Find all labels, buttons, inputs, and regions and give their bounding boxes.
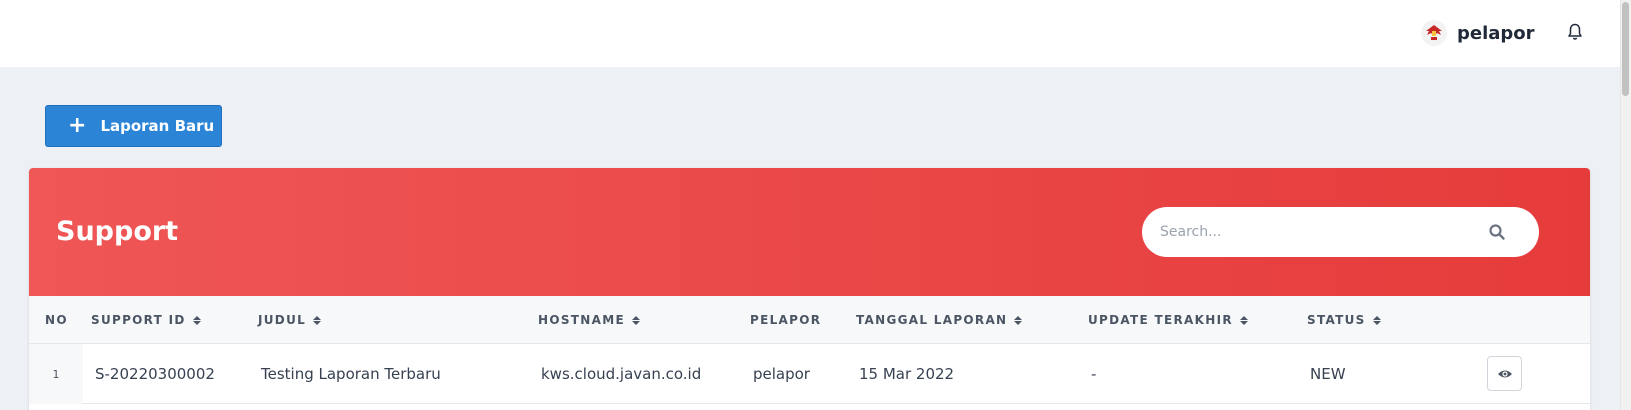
scrollbar-thumb[interactable] [1622,2,1629,96]
column-update-terakhir[interactable]: UPDATE TERAKHIR [1088,296,1248,344]
row-number: 1 [29,344,83,404]
plus-icon: + [68,113,87,138]
sort-icon [1014,315,1023,325]
new-report-button[interactable]: + Laporan Baru [45,105,222,147]
search-input[interactable] [1160,221,1490,243]
sort-icon [631,315,640,325]
column-tanggal-laporan[interactable]: TANGGAL LAPORAN [856,296,1023,344]
table-header: NO SUPPORT ID JUDUL HOSTNAME PELAPOR TAN… [29,296,1590,344]
notification-bell[interactable] [1565,20,1585,44]
bell-icon [1568,23,1582,40]
cell-judul: Testing Laporan Terbaru [261,365,441,383]
support-card: Support NO SUPPORT ID JUDUL HOSTNAME PEL… [29,168,1590,410]
view-button[interactable] [1487,356,1522,391]
cell-update-terakhir: - [1091,365,1097,383]
eye-icon [1497,370,1512,377]
card-header: Support [29,168,1590,296]
column-judul[interactable]: JUDUL [258,296,322,344]
cell-support-id: S-20220300002 [95,365,215,383]
table-row: 1 S-20220300002 Testing Laporan Terbaru … [29,344,1590,404]
cell-status: NEW [1310,365,1346,383]
page-scrollbar[interactable] [1620,0,1631,410]
garuda-logo-icon [1426,25,1442,40]
cell-tanggal-laporan: 15 Mar 2022 [859,365,955,383]
search-box [1142,207,1539,257]
column-no: NO [45,313,68,327]
cell-hostname: kws.cloud.javan.co.id [541,365,702,383]
column-hostname[interactable]: HOSTNAME [538,296,640,344]
column-support-id[interactable]: SUPPORT ID [91,296,201,344]
page-title: Support [56,216,179,247]
search-icon[interactable] [1488,223,1506,241]
column-pelapor: PELAPOR [750,313,822,327]
top-navbar: pelapor [0,0,1620,67]
avatar [1421,20,1447,46]
sort-icon [1372,315,1381,325]
column-status[interactable]: STATUS [1307,296,1381,344]
sort-icon [313,315,322,325]
user-menu[interactable]: pelapor [1421,16,1535,50]
sort-icon [192,315,201,325]
sort-icon [1239,315,1248,325]
cell-pelapor: pelapor [753,365,810,383]
username: pelapor [1457,22,1535,44]
new-report-label: Laporan Baru [100,117,215,135]
